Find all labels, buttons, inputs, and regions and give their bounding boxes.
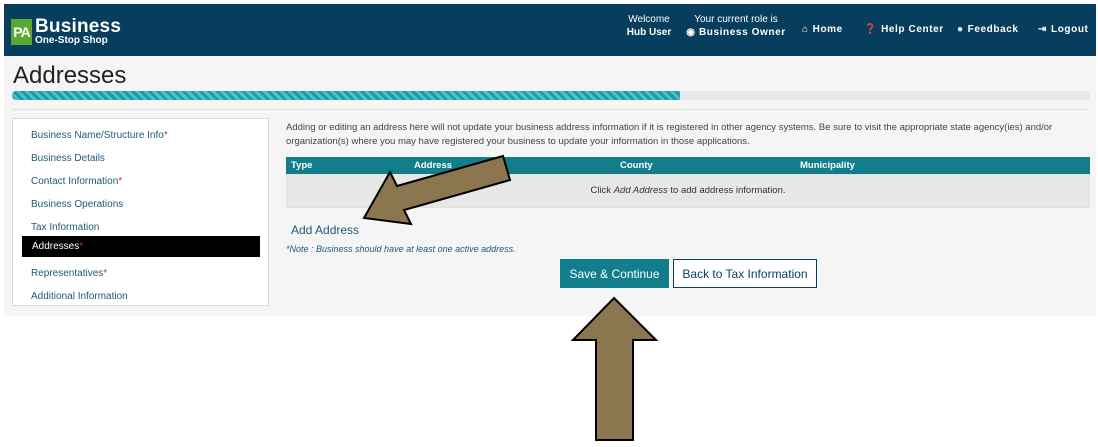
- role-selector[interactable]: ◉ Business Owner: [686, 26, 786, 39]
- column-address: Address: [414, 160, 453, 171]
- welcome-user: Hub User: [626, 27, 672, 38]
- empty-add-address-text: Add Address: [613, 185, 668, 196]
- required-marker: *: [79, 241, 84, 252]
- required-marker: *: [163, 130, 168, 141]
- pa-badge: PA: [11, 18, 32, 45]
- empty-suffix: to add address information.: [667, 185, 786, 196]
- sidebar-item-label: Business Name/Structure Info: [31, 130, 164, 141]
- step-sidebar: Business Name/Structure Info* Business D…: [12, 118, 269, 306]
- sidebar-item-label: Tax Information: [31, 222, 100, 233]
- add-address-link[interactable]: Add Address: [291, 223, 359, 237]
- sidebar-item-label: Contact Information: [31, 176, 119, 187]
- nav-feedback-label: Feedback: [967, 24, 1019, 35]
- role-value: Business Owner: [698, 27, 786, 38]
- address-table-empty-row: Click Add Address to add address informa…: [286, 174, 1090, 208]
- page-title: Addresses: [13, 62, 127, 89]
- progress-bar: [12, 91, 1090, 100]
- required-marker: *: [118, 176, 123, 187]
- sidebar-item-active-label: Addresses*: [32, 241, 83, 252]
- column-type: Type: [291, 160, 313, 171]
- welcome-block: Welcome Hub User: [618, 13, 680, 39]
- sidebar-item-label: Business Details: [31, 153, 105, 164]
- column-municipality: Municipality: [800, 160, 855, 171]
- sidebar-item-additional-information[interactable]: Additional Information: [31, 291, 128, 302]
- sidebar-item-label: Addresses: [32, 241, 80, 252]
- sidebar-item-business-operations[interactable]: Business Operations: [31, 199, 123, 210]
- address-table-header: Type Address County Municipality: [286, 157, 1090, 174]
- role-label: Your current role is: [694, 14, 778, 25]
- sidebar-item-business-name-structure-info[interactable]: Business Name/Structure Info*: [31, 130, 168, 141]
- logout-icon: ⇥: [1038, 24, 1047, 35]
- sidebar-item-label: Representatives: [31, 268, 104, 279]
- nav-feedback[interactable]: ● Feedback: [957, 24, 1019, 35]
- logo-title: Business: [35, 16, 122, 37]
- arrow-to-save-button: [570, 296, 659, 441]
- question-circle-icon: ❓: [864, 24, 878, 35]
- top-header: PA Business One-Stop Shop Welcome Hub Us…: [4, 4, 1096, 56]
- page: PA Business One-Stop Shop Welcome Hub Us…: [0, 0, 1098, 447]
- address-info-text: Adding or editing an address here will n…: [286, 122, 1053, 147]
- speech-bubble-icon: ●: [957, 24, 964, 35]
- role-block: Your current role is ◉ Business Owner: [686, 13, 786, 39]
- progress-bar-fill: [12, 91, 681, 100]
- app-frame: PA Business One-Stop Shop Welcome Hub Us…: [4, 4, 1096, 316]
- empty-prefix: Click: [590, 185, 614, 196]
- nav-help-center-label: Help Center: [881, 24, 944, 35]
- logo-subtitle: One-Stop Shop: [35, 35, 108, 46]
- nav-logout[interactable]: ⇥ Logout: [1038, 24, 1088, 35]
- sidebar-item-representatives[interactable]: Representatives*: [31, 268, 107, 279]
- required-marker: *: [103, 268, 108, 279]
- home-icon: ⌂: [802, 24, 809, 35]
- nav-logout-label: Logout: [1050, 24, 1089, 35]
- sidebar-item-tax-information[interactable]: Tax Information: [31, 222, 99, 233]
- column-county: County: [620, 160, 653, 171]
- nav-home[interactable]: ⌂ Home: [802, 24, 843, 35]
- sidebar-item-label: Business Operations: [31, 199, 124, 210]
- business-one-stop-shop-logo[interactable]: PA Business One-Stop Shop: [11, 17, 121, 46]
- nav-help-center[interactable]: ❓ Help Center: [864, 24, 944, 35]
- welcome-label: Welcome: [628, 14, 670, 25]
- active-address-note: *Note : Business should have at least on…: [286, 244, 516, 254]
- logo-text: Business One-Stop Shop: [35, 17, 121, 46]
- user-circle-icon: ◉: [686, 27, 696, 38]
- sidebar-item-business-details[interactable]: Business Details: [31, 153, 105, 164]
- save-and-continue-button[interactable]: Save & Continue: [560, 259, 669, 288]
- sidebar-item-addresses[interactable]: Addresses*: [22, 236, 260, 257]
- sidebar-item-label: Additional Information: [31, 291, 128, 302]
- back-to-tax-information-button[interactable]: Back to Tax Information: [673, 259, 817, 288]
- divider: [12, 109, 1090, 110]
- nav-home-label: Home: [812, 24, 843, 35]
- sidebar-item-contact-information[interactable]: Contact Information*: [31, 176, 122, 187]
